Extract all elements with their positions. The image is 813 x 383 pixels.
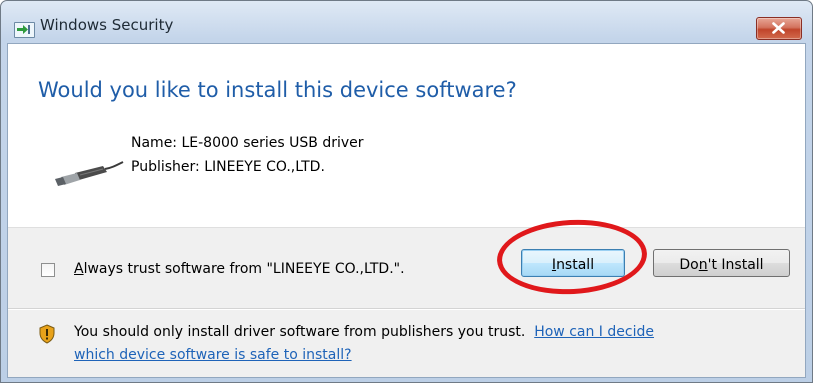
security-window-icon (14, 22, 35, 38)
help-link-continued[interactable]: which device software is safe to install… (74, 347, 352, 363)
driver-name: Name: LE-8000 series USB driver (131, 135, 364, 151)
command-area: Always trust software from "LINEEYE CO.,… (8, 216, 805, 377)
install-button-label: nstall (556, 257, 595, 273)
dont-install-button[interactable]: Don't Install (653, 249, 790, 277)
always-trust-checkbox[interactable] (41, 263, 55, 277)
usb-plug-icon (55, 161, 124, 186)
warning-line-1: You should only install driver software … (74, 324, 654, 340)
accesskey-n: n (698, 257, 708, 273)
install-button[interactable]: Install (521, 249, 625, 277)
dialog-body: Would you like to install this device so… (7, 43, 806, 378)
dont-install-label-pre: Do (679, 257, 699, 273)
warning-text: You should only install driver software … (74, 324, 526, 340)
always-trust-label[interactable]: Always trust software from "LINEEYE CO.,… (74, 261, 405, 277)
footer-separator (8, 308, 805, 310)
driver-publisher: Publisher: LINEEYE CO.,LTD. (131, 159, 325, 175)
close-button[interactable] (756, 17, 802, 40)
close-icon (772, 22, 785, 34)
main-instruction: Would you like to install this device so… (38, 78, 517, 102)
accesskey-a: A (74, 261, 84, 277)
always-trust-label-text: lways trust software from "LINEEYE CO.,L… (83, 261, 405, 277)
help-link[interactable]: How can I decide (534, 324, 654, 340)
dont-install-label-post: 't Install (707, 257, 764, 273)
shield-warning-icon (39, 324, 55, 344)
window-title: Windows Security (40, 16, 174, 34)
warning-line-2: which device software is safe to install… (74, 347, 352, 363)
windows-security-dialog: Windows Security Would you like to insta… (0, 0, 813, 383)
title-bar[interactable]: Windows Security (1, 1, 812, 43)
